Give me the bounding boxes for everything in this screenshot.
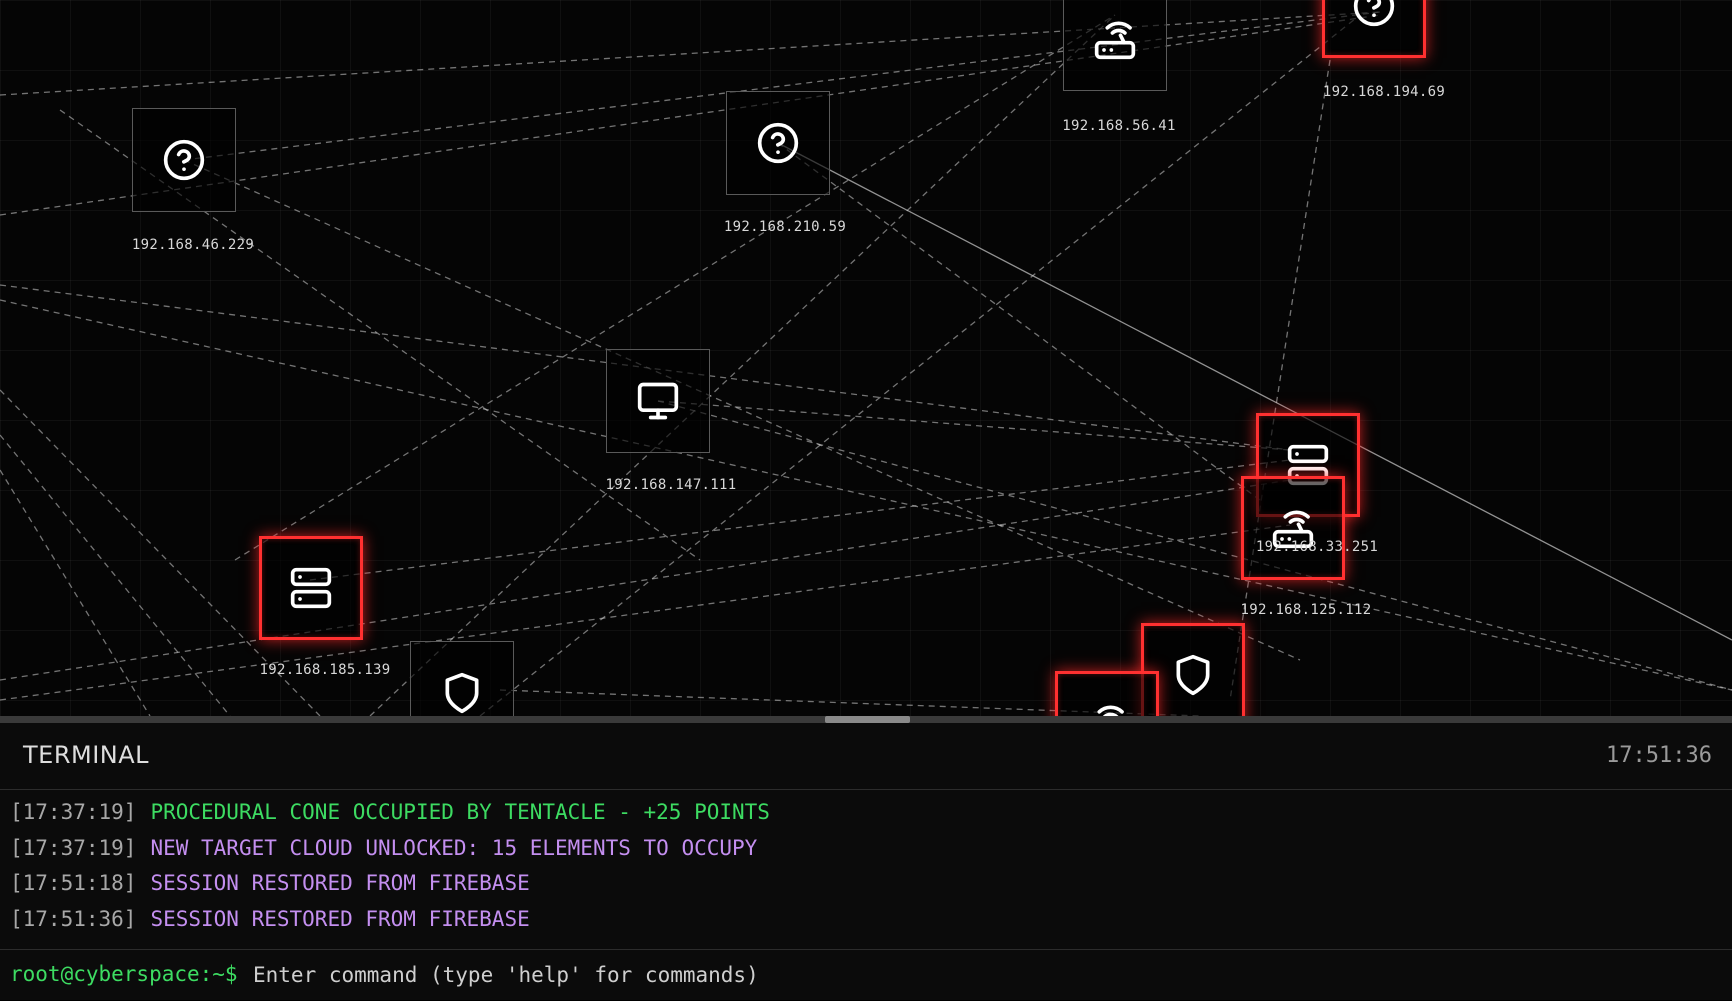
log-message: NEW TARGET CLOUD UNLOCKED: 15 ELEMENTS T… — [150, 835, 758, 860]
log-timestamp: [17:51:18] — [10, 871, 137, 895]
router-icon — [1094, 21, 1136, 60]
network-node[interactable] — [1055, 671, 1159, 716]
network-link-line — [777, 142, 1261, 501]
node-ip-label: 192.168.210.59 — [723, 219, 847, 235]
command-input[interactable] — [253, 958, 1713, 992]
log-message: SESSION RESTORED FROM FIREBASE — [150, 871, 530, 895]
network-node[interactable] — [606, 349, 710, 453]
network-node[interactable] — [1241, 476, 1345, 580]
network-link-line — [0, 434, 231, 716]
server-icon — [290, 567, 332, 609]
network-node[interactable] — [726, 91, 830, 195]
terminal-log: [17:37:19] PROCEDURAL CONE OCCUPIED BY TE… — [10, 795, 1710, 937]
resize-grip[interactable] — [825, 716, 910, 723]
network-link-line — [309, 459, 1291, 581]
log-timestamp: [17:51:36] — [10, 906, 137, 931]
network-link-line — [657, 400, 1291, 451]
log-message: PROCEDURAL CONE OCCUPIED BY TENTACLE - +… — [150, 800, 770, 824]
node-ip-label: 192.168.56.41 — [1062, 118, 1176, 134]
prompt-label: root@cyberspace:~$ — [10, 962, 238, 986]
terminal-panel: TERMINAL 17:51:36 [17:37:19] PROCEDURAL C… — [0, 723, 1732, 1000]
log-line: [17:37:19] PROCEDURAL CONE OCCUPIED BY TE… — [10, 795, 1710, 831]
shield-icon — [445, 672, 479, 714]
terminal-header: TERMINAL 17:51:36 — [0, 723, 1732, 790]
node-ip-label: 192.168.33.251 — [1255, 539, 1379, 555]
help-circle-icon — [1353, 0, 1395, 27]
command-prompt-row: root@cyberspace:~$ — [0, 949, 1732, 1001]
network-link-line — [0, 479, 1291, 681]
help-circle-icon — [163, 139, 205, 181]
shield-icon — [1176, 654, 1210, 696]
network-link-line — [0, 469, 151, 716]
node-ip-label: 192.168.147.111 — [605, 477, 737, 493]
node-ip-label: 192.168.194.69 — [1322, 84, 1446, 100]
log-timestamp: [17:37:19] — [10, 800, 137, 824]
network-node[interactable] — [132, 108, 236, 212]
router-icon — [1097, 705, 1124, 716]
log-message: SESSION RESTORED FROM FIREBASE — [150, 906, 530, 931]
node-ip-label: 192.168.185.139 — [259, 662, 391, 678]
network-node[interactable] — [410, 641, 514, 716]
network-node[interactable] — [1322, 0, 1426, 58]
network-link-line — [0, 11, 1381, 96]
node-ip-label: 192.168.125.112 — [1240, 602, 1372, 618]
log-line: [17:37:19] NEW TARGET CLOUD UNLOCKED: 15 … — [10, 831, 1710, 867]
help-circle-icon — [757, 122, 799, 164]
terminal-clock: 17:51:36 — [1606, 743, 1712, 768]
log-line: [17:51:18] SESSION RESTORED FROM FIREBASE — [10, 866, 1710, 902]
network-node[interactable] — [1063, 0, 1167, 91]
monitor-icon — [637, 382, 679, 420]
panel-resize-handle[interactable] — [0, 716, 1732, 723]
terminal-title: TERMINAL — [23, 741, 150, 769]
log-timestamp: [17:37:19] — [10, 835, 137, 860]
network-map[interactable]: 192.168.46.229 192.168.210.59 192.168.56… — [0, 0, 1732, 716]
node-ip-label: 192.168.46.229 — [131, 237, 255, 253]
network-node[interactable] — [259, 536, 363, 640]
log-line: [17:51:36] SESSION RESTORED FROM FIREBASE — [10, 902, 1710, 938]
